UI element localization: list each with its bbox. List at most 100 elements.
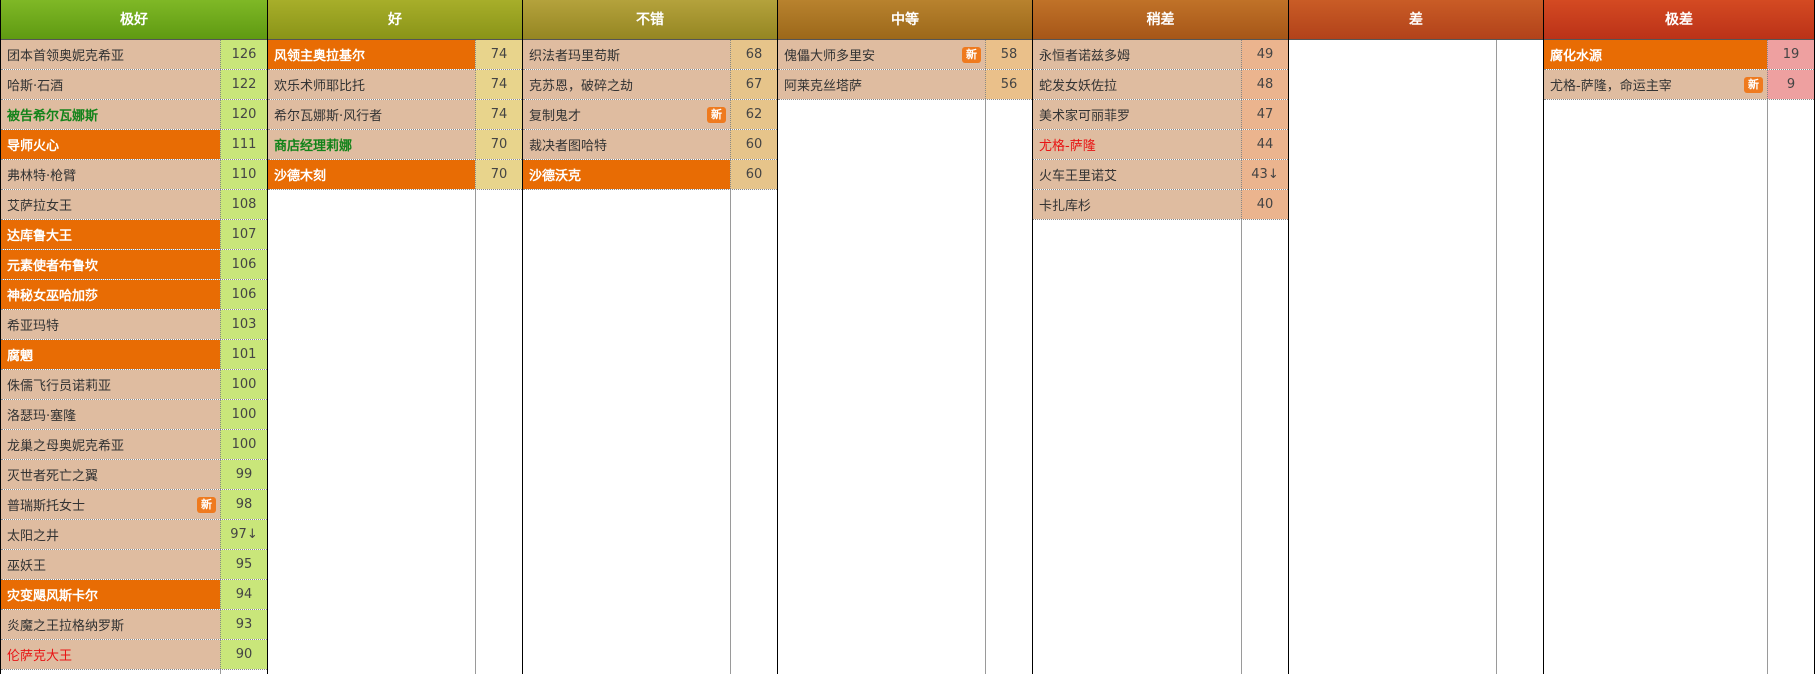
- card-name: 普瑞斯托女士 新: [1, 490, 220, 519]
- new-badge: 新: [1744, 77, 1763, 93]
- card-name-text: 导师火心: [7, 139, 60, 154]
- tier-row[interactable]: 美术家可丽菲罗 47: [1033, 100, 1288, 130]
- tier-row[interactable]: 沙德沃克 60: [523, 160, 777, 190]
- card-name: 太阳之井: [1, 520, 220, 549]
- card-name-text: 元素使者布鲁坎: [7, 259, 99, 274]
- card-name: 龙巢之母奥妮克希亚: [1, 430, 220, 459]
- tier-row[interactable]: 沙德木刻 70: [268, 160, 522, 190]
- card-name: 美术家可丽菲罗: [1033, 100, 1241, 129]
- tier-row[interactable]: 达库鲁大王 107: [1, 220, 267, 250]
- card-name-text: 腐化水源: [1550, 49, 1603, 64]
- tier-row[interactable]: 灭世者死亡之翼 99: [1, 460, 267, 490]
- tier-list: 团本首领奥妮克希亚 126 哈斯·石酒 122 被告希尔瓦娜斯 120 导师火心 111 弗林特…: [1, 40, 267, 670]
- card-name-text: 团本首领奥妮克希亚: [7, 49, 125, 64]
- tier-row[interactable]: 火车王里诺艾 43↓: [1033, 160, 1288, 190]
- tier-row[interactable]: 伦萨克大王 90: [1, 640, 267, 670]
- tier-row[interactable]: 商店经理莉娜 70: [268, 130, 522, 160]
- tier-row[interactable]: 被告希尔瓦娜斯 120: [1, 100, 267, 130]
- tier-header: 好: [268, 0, 522, 40]
- tier-row[interactable]: 洛瑟玛·塞隆 100: [1, 400, 267, 430]
- tier-board: 极好 团本首领奥妮克希亚 126 哈斯·石酒 122 被告希尔瓦娜斯 120 导师火心 111 弗…: [0, 0, 1815, 674]
- tier-row[interactable]: 艾萨拉女王 108: [1, 190, 267, 220]
- tier-row[interactable]: 腐魍 101: [1, 340, 267, 370]
- tier-row[interactable]: 欢乐术师耶比托 74: [268, 70, 522, 100]
- tier-row[interactable]: 卡扎库杉 40: [1033, 190, 1288, 220]
- tier-row[interactable]: 尤格-萨隆，命运主宰 新 9: [1544, 70, 1814, 100]
- tier-row[interactable]: 傀儡大师多里安 新 58: [778, 40, 1032, 70]
- card-name-text: 卡扎库杉: [1039, 199, 1092, 214]
- tier-row[interactable]: 希尔瓦娜斯·风行者 74: [268, 100, 522, 130]
- tier-row[interactable]: 弗林特·枪臂 110: [1, 160, 267, 190]
- tier-row[interactable]: 龙巢之母奥妮克希亚 100: [1, 430, 267, 460]
- tier-row[interactable]: 风领主奥拉基尔 74: [268, 40, 522, 70]
- card-name-text: 希亚玛特: [7, 319, 60, 334]
- tier-row[interactable]: 巫妖王 95: [1, 550, 267, 580]
- tier-list: 傀儡大师多里安 新 58 阿莱克丝塔萨 56: [778, 40, 1032, 100]
- tier-row[interactable]: 导师火心 111: [1, 130, 267, 160]
- card-name-text: 美术家可丽菲罗: [1039, 109, 1131, 124]
- tier-column-6: 极差 腐化水源 19 尤格-萨隆，命运主宰 新 9: [1543, 0, 1815, 674]
- card-name-text: 灭世者死亡之翼: [7, 469, 99, 484]
- card-name-text: 普瑞斯托女士: [7, 499, 86, 514]
- tier-row[interactable]: 腐化水源 19: [1544, 40, 1814, 70]
- card-name-text: 克苏恩，破碎之劫: [529, 79, 634, 94]
- tier-row[interactable]: 永恒者诺兹多姆 49: [1033, 40, 1288, 70]
- card-name-text: 腐魍: [7, 349, 34, 364]
- tier-row[interactable]: 蛇发女妖佐拉 48: [1033, 70, 1288, 100]
- card-score: 107: [220, 220, 267, 249]
- card-name-text: 尤格-萨隆，命运主宰: [1550, 79, 1672, 94]
- card-score: 40: [1241, 190, 1288, 219]
- card-name: 永恒者诺兹多姆: [1033, 40, 1241, 69]
- tier-row[interactable]: 灾变飓风斯卡尔 94: [1, 580, 267, 610]
- tier-header: 不错: [523, 0, 777, 40]
- card-score: 122: [220, 70, 267, 99]
- tier-row[interactable]: 希亚玛特 103: [1, 310, 267, 340]
- card-score: 100: [220, 400, 267, 429]
- card-name: 蛇发女妖佐拉: [1033, 70, 1241, 99]
- card-name-text: 弗林特·枪臂: [7, 169, 77, 184]
- tier-row[interactable]: 阿莱克丝塔萨 56: [778, 70, 1032, 100]
- tier-row[interactable]: 克苏恩，破碎之劫 67: [523, 70, 777, 100]
- tier-header: 极差: [1544, 0, 1814, 40]
- card-score: 120: [220, 100, 267, 129]
- card-name-text: 复制鬼才: [529, 109, 582, 124]
- tier-header: 极好: [1, 0, 267, 40]
- card-name-text: 风领主奥拉基尔: [274, 49, 366, 64]
- card-name-text: 欢乐术师耶比托: [274, 79, 366, 94]
- tier-row[interactable]: 尤格-萨隆 44: [1033, 130, 1288, 160]
- card-score: 60: [730, 160, 777, 189]
- card-name: 尤格-萨隆，命运主宰 新: [1544, 70, 1767, 99]
- card-score: 106: [220, 250, 267, 279]
- tier-row[interactable]: 炎魔之王拉格纳罗斯 93: [1, 610, 267, 640]
- tier-row[interactable]: 裁决者图哈特 60: [523, 130, 777, 160]
- card-name: 元素使者布鲁坎: [1, 250, 220, 279]
- card-name: 被告希尔瓦娜斯: [1, 100, 220, 129]
- tier-row[interactable]: 复制鬼才 新 62: [523, 100, 777, 130]
- tier-header: 稍差: [1033, 0, 1288, 40]
- card-score: 103: [220, 310, 267, 339]
- tier-row[interactable]: 普瑞斯托女士 新 98: [1, 490, 267, 520]
- tier-row[interactable]: 元素使者布鲁坎 106: [1, 250, 267, 280]
- tier-row[interactable]: 神秘女巫哈加莎 106: [1, 280, 267, 310]
- tier-row[interactable]: 太阳之井 97↓: [1, 520, 267, 550]
- card-score: 126: [220, 40, 267, 69]
- tier-header: 差: [1289, 0, 1543, 40]
- card-name: 弗林特·枪臂: [1, 160, 220, 189]
- card-name-text: 太阳之井: [7, 529, 60, 544]
- card-name: 哈斯·石酒: [1, 70, 220, 99]
- card-score: 58: [985, 40, 1032, 69]
- card-score: 100: [220, 430, 267, 459]
- card-name: 达库鲁大王: [1, 220, 220, 249]
- tier-row[interactable]: 侏儒飞行员诺莉亚 100: [1, 370, 267, 400]
- tier-row[interactable]: 哈斯·石酒 122: [1, 70, 267, 100]
- card-score: 43↓: [1241, 160, 1288, 189]
- card-score: 100: [220, 370, 267, 399]
- card-score: 94: [220, 580, 267, 609]
- tier-row[interactable]: 织法者玛里苟斯 68: [523, 40, 777, 70]
- card-name: 阿莱克丝塔萨: [778, 70, 985, 99]
- card-name-text: 希尔瓦娜斯·风行者: [274, 109, 383, 124]
- card-name-text: 巫妖王: [7, 559, 47, 574]
- tier-row[interactable]: 团本首领奥妮克希亚 126: [1, 40, 267, 70]
- card-name: 沙德木刻: [268, 160, 475, 189]
- card-name: 腐魍: [1, 340, 220, 369]
